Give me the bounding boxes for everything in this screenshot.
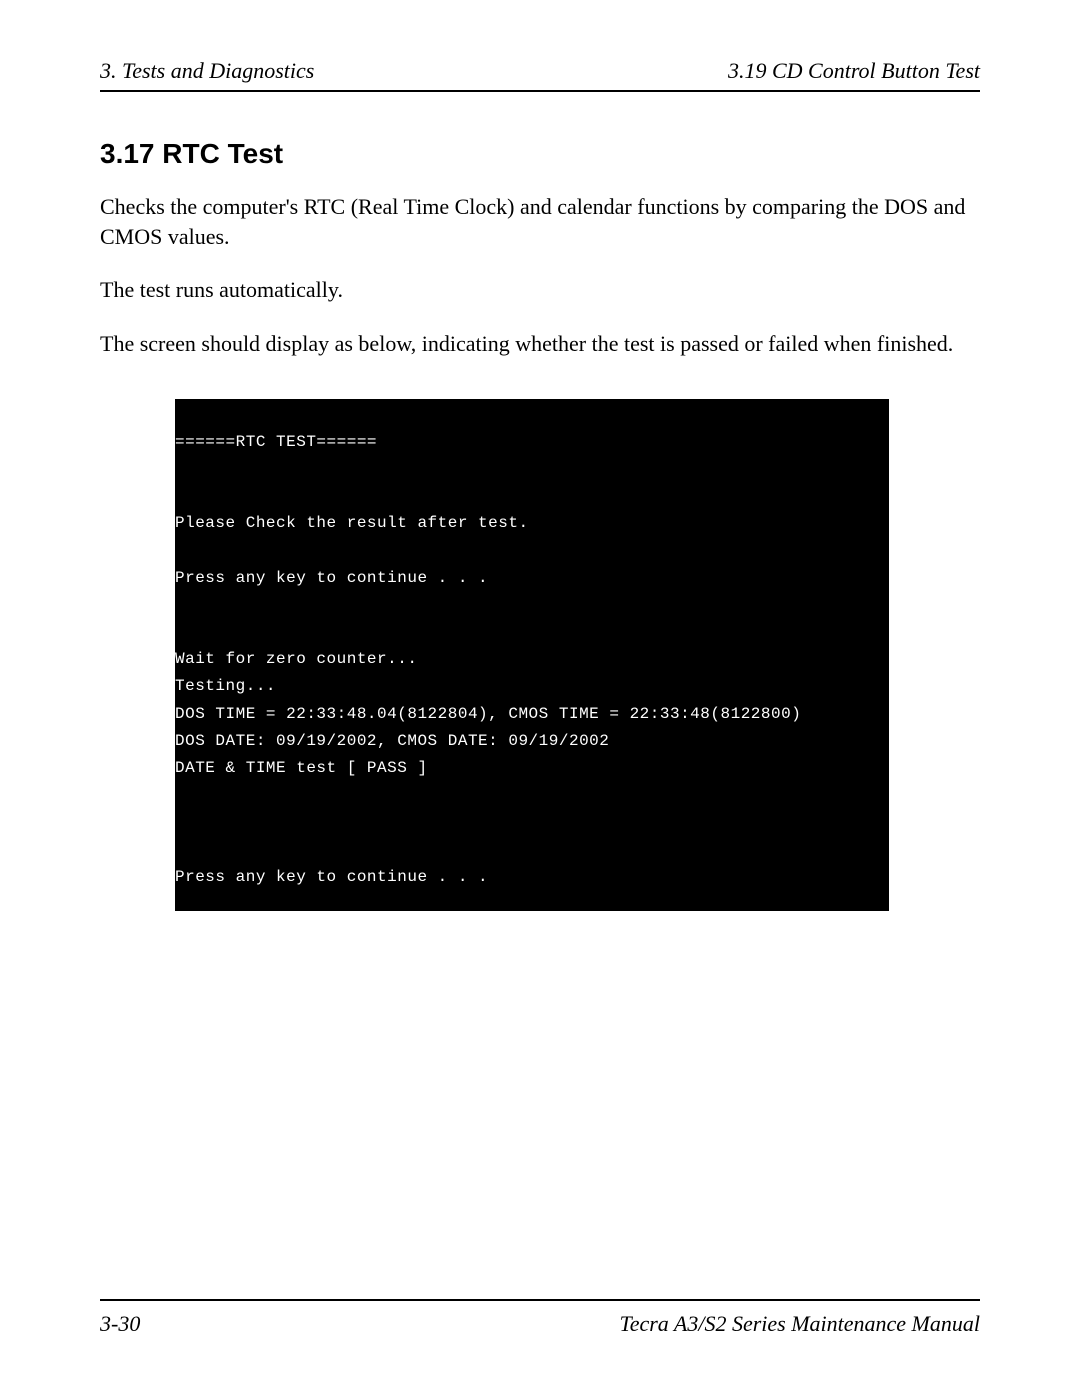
page-header: 3. Tests and Diagnostics 3.19 CD Control… [100,58,980,90]
terminal-line-8: DATE & TIME test [ PASS ] [175,759,428,777]
section-para-2: The test runs automatically. [100,275,980,305]
footer-left: 3-30 [100,1311,140,1337]
header-right: 3.19 CD Control Button Test [728,58,980,84]
section-para-3: The screen should display as below, indi… [100,329,980,359]
terminal-line-1: ======RTC TEST====== [175,433,377,451]
terminal-line-7: DOS DATE: 09/19/2002, CMOS DATE: 09/19/2… [175,732,609,750]
footer-right: Tecra A3/S2 Series Maintenance Manual [619,1311,980,1337]
footer-row: 3-30 Tecra A3/S2 Series Maintenance Manu… [100,1311,980,1337]
header-rule [100,90,980,92]
terminal-screenshot: ======RTC TEST====== Please Check the re… [175,399,889,911]
section-heading: 3.17 RTC Test [100,138,980,170]
terminal-line-3: Press any key to continue . . . [175,569,488,587]
terminal-line-2: Please Check the result after test. [175,514,529,532]
header-left: 3. Tests and Diagnostics [100,58,314,84]
section-para-1: Checks the computer's RTC (Real Time Clo… [100,192,980,251]
terminal-line-9: Press any key to continue . . . [175,868,488,886]
footer-rule [100,1299,980,1301]
page: 3. Tests and Diagnostics 3.19 CD Control… [0,0,1080,1397]
page-footer: 3-30 Tecra A3/S2 Series Maintenance Manu… [100,1299,980,1337]
terminal-line-6: DOS TIME = 22:33:48.04(8122804), CMOS TI… [175,705,801,723]
terminal-line-4: Wait for zero counter... [175,650,417,668]
terminal-line-5: Testing... [175,677,276,695]
